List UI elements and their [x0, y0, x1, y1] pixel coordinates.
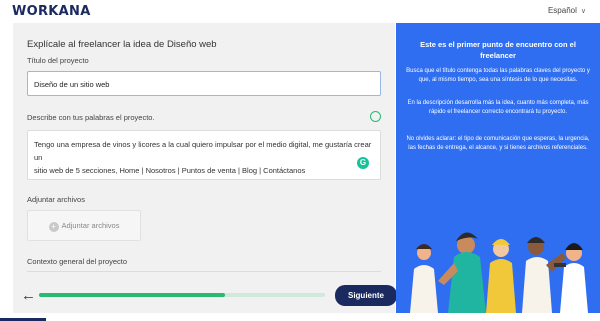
wizard-navigation: ← Siguiente — [13, 280, 397, 312]
project-title-input[interactable]: Diseño de un sitio web — [27, 71, 381, 96]
tips-paragraph: No olvides aclarar: el tipo de comunicac… — [406, 136, 590, 151]
description-label: Describe con tus palabras el proyecto. — [27, 113, 155, 122]
attach-button-label: Adjuntar archivos — [61, 221, 120, 230]
divider — [27, 271, 381, 272]
context-label: Contexto general del proyecto — [27, 257, 128, 266]
title-label: Título del proyecto — [27, 56, 89, 65]
project-form-panel: Explícale al freelancer la idea de Diseñ… — [13, 23, 395, 313]
tips-title: Este es el primer punto de encuentro con… — [420, 40, 576, 60]
grammarly-icon[interactable]: G — [357, 157, 369, 169]
valid-check-icon — [370, 111, 381, 122]
tips-paragraph: En la descripción desarrolla más la idea… — [407, 100, 589, 115]
form-heading: Explícale al freelancer la idea de Diseñ… — [27, 39, 217, 50]
description-line: sitio web de 5 secciones, Home | Nosotro… — [34, 166, 306, 175]
workana-logo[interactable]: WORKANA — [12, 4, 91, 19]
plus-icon: + — [48, 222, 59, 232]
language-selector[interactable]: Español ∨ — [548, 6, 586, 15]
progress-bar — [39, 293, 325, 297]
description-line: Tengo una empresa de vinos y licores a l… — [34, 140, 372, 162]
tips-panel: Este es el primer punto de encuentro con… — [396, 23, 600, 313]
attach-label: Adjuntar archivos — [27, 195, 85, 204]
top-bar: WORKANA Español ∨ — [0, 0, 600, 22]
project-description-textarea[interactable]: Tengo una empresa de vinos y licores a l… — [27, 130, 381, 180]
attach-files-button[interactable]: + Adjuntar archivos — [27, 210, 141, 241]
next-button[interactable]: Siguiente — [335, 285, 397, 306]
team-illustration — [410, 232, 588, 313]
chevron-down-icon: ∨ — [580, 8, 586, 15]
progress-bar-fill — [39, 293, 225, 297]
language-label: Español — [547, 6, 577, 15]
arrow-left-icon[interactable]: ← — [21, 287, 36, 304]
tips-paragraph: Busca que el título contenga todas las p… — [406, 68, 590, 83]
